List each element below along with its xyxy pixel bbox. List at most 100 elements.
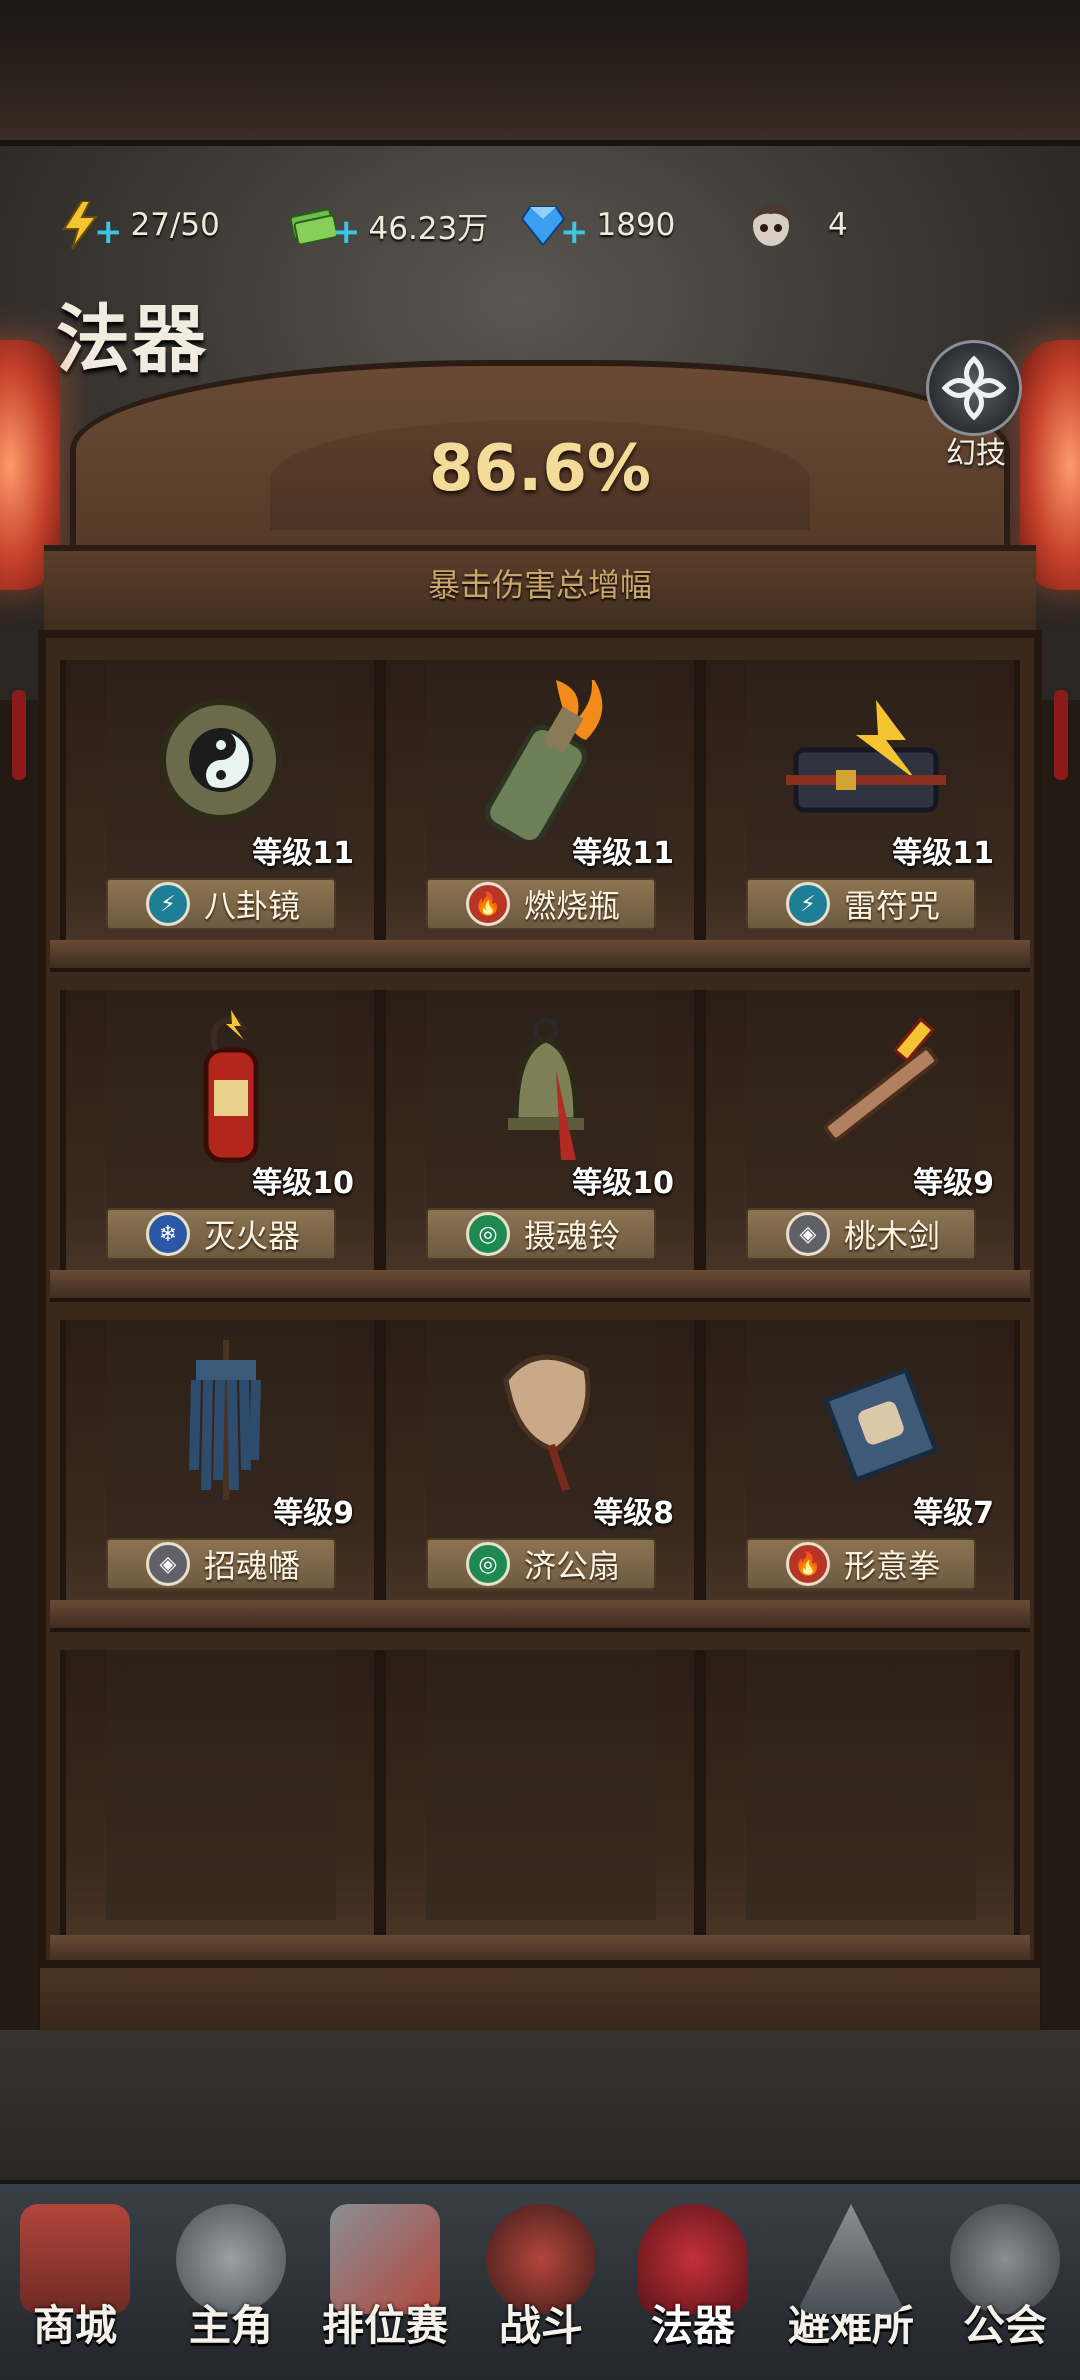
artifact-name-plate: 🔥 燃烧瓶 <box>426 878 656 930</box>
wind-element-icon: ◎ <box>466 1542 510 1586</box>
artifact-slot-extinguisher[interactable]: 等级10 ❄ 灭火器 <box>60 990 380 1290</box>
nav-label: 主角 <box>188 2301 273 2350</box>
energy-value: 27/50 <box>130 207 220 243</box>
artifact-name: 桃木剑 <box>844 1217 941 1255</box>
fire-extinguisher-icon <box>203 1010 259 1163</box>
nav-shop[interactable]: 商城 <box>0 2204 150 2374</box>
artifact-name-plate: ◎ 摄魂铃 <box>426 1208 656 1260</box>
shelf-board-2 <box>50 1270 1030 1302</box>
nav-shelter[interactable]: 避难所 <box>776 2204 926 2374</box>
shelf-row-2: 等级10 ❄ 灭火器 等级10 ◎ 摄魂铃 等级9 ◈ 桃木剑 <box>60 990 1020 1290</box>
survivor-resource: 4 <box>744 200 848 250</box>
right-tassel <box>1054 690 1068 780</box>
palm-leaf-fan-icon <box>503 1354 591 1492</box>
bagua-mirror-icon <box>160 699 282 821</box>
nav-ranked[interactable]: 排位赛 <box>310 2204 460 2374</box>
artifact-level: 等级9 <box>273 1496 354 1531</box>
artifact-name-plate: ◈ 桃木剑 <box>746 1208 976 1260</box>
molotov-bottle-icon <box>485 680 603 840</box>
shelf-row-4-empty <box>60 1650 1020 1950</box>
phantom-skill-button[interactable]: 幻技 <box>926 340 1026 471</box>
nav-label: 商城 <box>32 2301 117 2350</box>
lightning-element-icon: ⚡ <box>786 882 830 926</box>
add-cash-icon[interactable]: + <box>332 212 361 252</box>
artifact-name-plate: ⚡ 雷符咒 <box>746 878 976 930</box>
nav-label: 战斗 <box>498 2301 583 2350</box>
artifact-level: 等级8 <box>593 1496 674 1531</box>
soul-banner-icon <box>189 1340 261 1500</box>
artifact-name: 灭火器 <box>204 1217 301 1255</box>
artifact-name: 摄魂铃 <box>524 1217 621 1255</box>
cash-resource[interactable]: + 46.23万 <box>288 200 489 252</box>
bottom-nav: 商城 主角 排位赛 战斗 法器 避难所 公会 <box>0 2180 1080 2380</box>
artifact-level: 等级10 <box>252 1166 354 1201</box>
artifact-name: 招魂幡 <box>204 1547 301 1585</box>
phantom-skill-icon <box>926 340 1022 436</box>
gem-resource[interactable]: + 1890 <box>520 200 676 252</box>
artifact-slot-peach-sword[interactable]: 等级9 ◈ 桃木剑 <box>700 990 1020 1290</box>
nav-label: 公会 <box>962 2301 1047 2350</box>
artifact-slot-bagua-mirror[interactable]: 等级11 ⚡ 八卦镜 <box>60 660 380 960</box>
artifact-level: 等级7 <box>913 1496 994 1531</box>
ice-element-icon: ❄ <box>146 1212 190 1256</box>
soul-bell-icon <box>508 1017 584 1160</box>
artifact-name: 八卦镜 <box>204 887 301 925</box>
empty-slot <box>700 1650 1020 1950</box>
add-gems-icon[interactable]: + <box>560 212 589 252</box>
artifact-level: 等级9 <box>913 1166 994 1201</box>
crit-damage-bonus-value: 86.6% <box>428 432 652 506</box>
artifact-slot-molotov[interactable]: 等级11 🔥 燃烧瓶 <box>380 660 700 960</box>
spirit-element-icon: ◈ <box>146 1542 190 1586</box>
survivor-face-icon <box>752 203 790 246</box>
left-tassel <box>12 690 26 780</box>
artifact-name: 形意拳 <box>844 1547 941 1585</box>
artifact-slot-soul-bell[interactable]: 等级10 ◎ 摄魂铃 <box>380 990 700 1290</box>
peachwood-sword-icon <box>823 1017 939 1142</box>
artifact-name-plate: ◎ 济公扇 <box>426 1538 656 1590</box>
artifact-level: 等级10 <box>572 1166 674 1201</box>
nav-battle[interactable]: 战斗 <box>466 2204 616 2374</box>
ceiling-beam <box>0 0 1080 146</box>
fire-element-icon: 🔥 <box>466 882 510 926</box>
artifact-name-plate: ◈ 招魂幡 <box>106 1538 336 1590</box>
artifact-name: 雷符咒 <box>844 887 941 925</box>
artifact-slot-jigong-fan[interactable]: 等级8 ◎ 济公扇 <box>380 1320 700 1620</box>
nav-artifacts[interactable]: 法器 <box>618 2204 768 2374</box>
add-energy-icon[interactable]: + <box>94 212 123 252</box>
empty-slot <box>60 1650 380 1950</box>
artifact-slot-soul-banner[interactable]: 等级9 ◈ 招魂幡 <box>60 1320 380 1620</box>
artifact-level: 等级11 <box>892 836 994 871</box>
nav-hero[interactable]: 主角 <box>156 2204 306 2374</box>
shelf-row-1: 等级11 ⚡ 八卦镜 等级11 🔥 燃烧瓶 等级11 ⚡ 雷符咒 <box>60 660 1020 960</box>
page-title: 法器 <box>56 297 208 383</box>
energy-resource[interactable]: + 27/50 <box>60 200 220 252</box>
crit-damage-bonus-label: 暴击伤害总增幅 <box>427 566 652 604</box>
shelf-board-1 <box>50 940 1030 972</box>
artifact-slot-thunder-talisman[interactable]: 等级11 ⚡ 雷符咒 <box>700 660 1020 960</box>
artifact-name-plate: ❄ 灭火器 <box>106 1208 336 1260</box>
artifact-name: 燃烧瓶 <box>524 887 621 925</box>
artifact-slot-xingyi-fist[interactable]: 等级7 🔥 形意拳 <box>700 1320 1020 1620</box>
cash-value: 46.23万 <box>368 210 489 247</box>
fire-element-icon: 🔥 <box>786 1542 830 1586</box>
nav-label: 法器 <box>650 2301 735 2350</box>
artifact-name: 济公扇 <box>524 1547 621 1585</box>
floor <box>0 2030 1080 2190</box>
shelter-icon <box>796 2204 906 2314</box>
nav-guild[interactable]: 公会 <box>930 2204 1080 2374</box>
phantom-skill-label: 幻技 <box>946 436 1006 471</box>
empty-slot <box>380 1650 700 1950</box>
xingyi-fist-book-icon <box>822 1366 940 1484</box>
survivor-count: 4 <box>828 207 848 243</box>
shelf-board-3 <box>50 1600 1030 1632</box>
nav-label: 排位赛 <box>321 2301 448 2350</box>
gem-value: 1890 <box>596 207 676 243</box>
artifact-name-plate: 🔥 形意拳 <box>746 1538 976 1590</box>
spirit-element-icon: ◈ <box>786 1212 830 1256</box>
artifact-level: 等级11 <box>572 836 674 871</box>
lightning-element-icon: ⚡ <box>146 882 190 926</box>
artifact-level: 等级11 <box>252 836 354 871</box>
cash-stack-icon <box>289 208 338 246</box>
wind-element-icon: ◎ <box>466 1212 510 1256</box>
thunder-talisman-icon <box>786 700 946 813</box>
